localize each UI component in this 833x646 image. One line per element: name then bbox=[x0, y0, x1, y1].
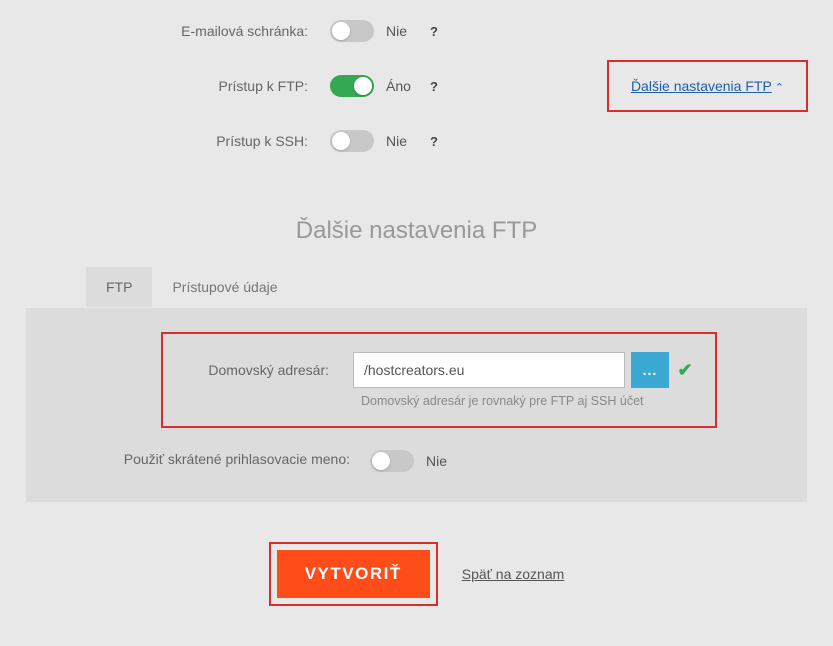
more-ftp-link-text: Ďalšie nastavenia FTP bbox=[631, 78, 772, 94]
email-label: E-mailová schránka: bbox=[30, 23, 330, 39]
ftp-tabs: FTP Prístupové údaje bbox=[0, 267, 833, 308]
tab-ftp[interactable]: FTP bbox=[86, 267, 152, 307]
check-icon: ✔ bbox=[675, 360, 695, 381]
more-ftp-settings-link[interactable]: Ďalšie nastavenia FTP⌃ bbox=[631, 78, 784, 94]
short-login-value: Nie bbox=[426, 453, 454, 469]
ftp-section-title: Ďalšie nastavenia FTP bbox=[0, 217, 833, 245]
ssh-label: Prístup k SSH: bbox=[30, 133, 330, 149]
home-dir-input[interactable] bbox=[353, 352, 625, 388]
short-login-label: Použiť skrátené prihlasovacie meno: bbox=[90, 450, 370, 469]
tab-access-data[interactable]: Prístupové údaje bbox=[152, 267, 297, 307]
more-ftp-highlight: Ďalšie nastavenia FTP⌃ bbox=[607, 60, 808, 112]
chevron-up-icon: ⌃ bbox=[775, 81, 784, 94]
home-dir-helper: Domovský adresár je rovnaký pre FTP aj S… bbox=[361, 394, 695, 408]
ssh-row: Prístup k SSH: Nie ? bbox=[30, 130, 803, 152]
create-button[interactable]: VYTVORIŤ bbox=[277, 550, 430, 598]
ftp-toggle[interactable] bbox=[330, 75, 374, 97]
help-icon[interactable]: ? bbox=[426, 23, 442, 39]
footer-actions: VYTVORIŤ Späť na zoznam bbox=[0, 502, 833, 646]
home-dir-highlight: Domovský adresár: ... ✔ Domovský adresár… bbox=[161, 332, 717, 428]
home-dir-label: Domovský adresár: bbox=[163, 362, 343, 378]
email-toggle[interactable] bbox=[330, 20, 374, 42]
access-options-section: E-mailová schránka: Nie ? Prístup k FTP:… bbox=[0, 0, 833, 177]
ftp-label: Prístup k FTP: bbox=[30, 78, 330, 94]
tab-content-ftp: Domovský adresár: ... ✔ Domovský adresár… bbox=[26, 308, 807, 502]
short-login-row: Použiť skrátené prihlasovacie meno: Nie bbox=[56, 450, 777, 472]
email-row: E-mailová schránka: Nie ? bbox=[30, 20, 803, 42]
create-button-highlight: VYTVORIŤ bbox=[269, 542, 438, 606]
short-login-toggle[interactable] bbox=[370, 450, 414, 472]
ssh-toggle-value: Nie bbox=[386, 133, 414, 149]
ssh-toggle[interactable] bbox=[330, 130, 374, 152]
help-icon[interactable]: ? bbox=[426, 78, 442, 94]
email-toggle-value: Nie bbox=[386, 23, 414, 39]
help-icon[interactable]: ? bbox=[426, 133, 442, 149]
ftp-row: Prístup k FTP: Áno ? Ďalšie nastavenia F… bbox=[30, 60, 803, 112]
ftp-settings-section: Ďalšie nastavenia FTP FTP Prístupové úda… bbox=[0, 217, 833, 502]
browse-button[interactable]: ... bbox=[631, 352, 669, 388]
back-to-list-link[interactable]: Späť na zoznam bbox=[462, 566, 565, 582]
ftp-toggle-value: Áno bbox=[386, 78, 414, 94]
